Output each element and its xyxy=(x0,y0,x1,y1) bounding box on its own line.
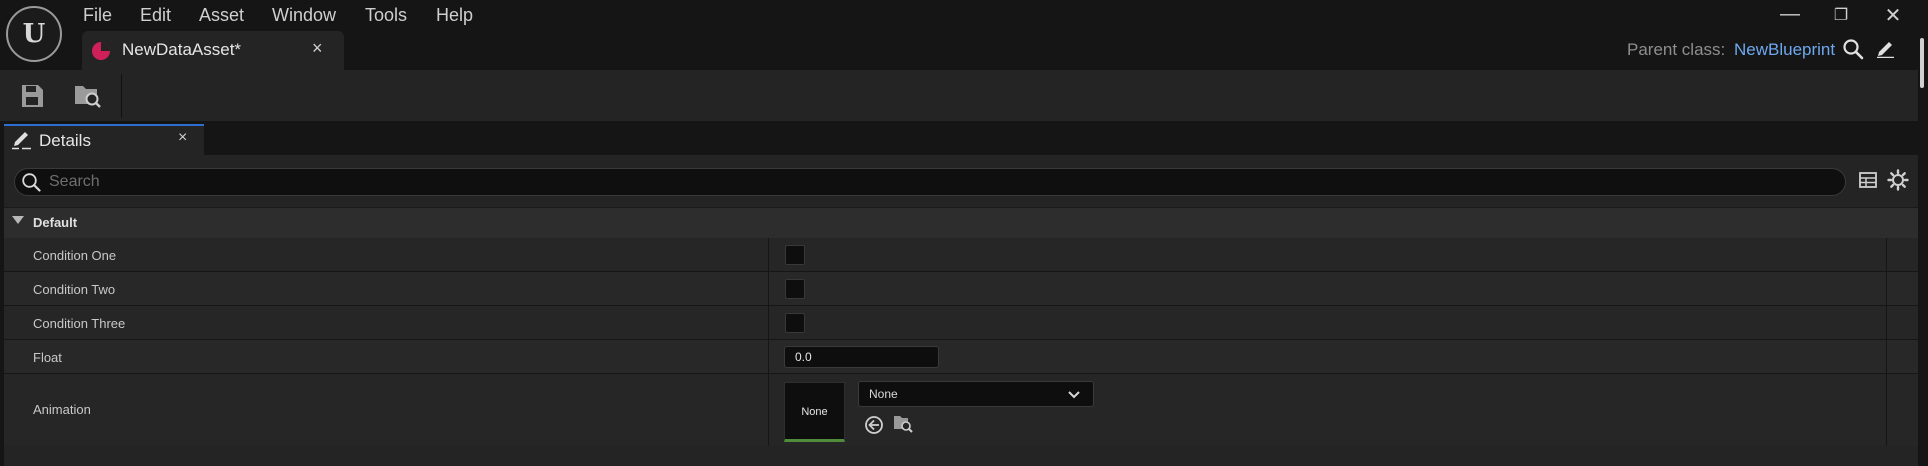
property-row-condition-three: Condition Three xyxy=(4,306,1918,340)
column-splitter[interactable] xyxy=(768,272,769,305)
category-label: Default xyxy=(33,215,78,230)
condition-two-checkbox[interactable] xyxy=(785,279,805,299)
parent-class-label: Parent class: xyxy=(1627,40,1726,59)
row-edge-divider xyxy=(1886,374,1887,446)
browse-to-asset-button[interactable] xyxy=(72,82,104,110)
gear-icon[interactable] xyxy=(1887,169,1909,196)
row-edge-divider xyxy=(1886,272,1887,305)
minimize-button[interactable]: — xyxy=(1775,3,1805,26)
menu-asset[interactable]: Asset xyxy=(199,2,244,28)
animation-asset-dropdown[interactable]: None xyxy=(858,381,1094,407)
close-window-button[interactable]: ✕ xyxy=(1878,3,1908,28)
save-button[interactable] xyxy=(18,82,46,110)
column-splitter[interactable] xyxy=(768,340,769,373)
details-tab-label: Details xyxy=(39,131,91,150)
float-value-input[interactable] xyxy=(784,346,939,368)
property-row-animation: Animation None None xyxy=(4,374,1918,447)
condition-three-checkbox[interactable] xyxy=(785,313,805,333)
menu-window[interactable]: Window xyxy=(272,2,336,28)
column-splitter[interactable] xyxy=(768,238,769,271)
edit-parent-pencil-icon[interactable] xyxy=(1876,38,1896,63)
dropdown-selected-value: None xyxy=(869,387,898,401)
save-icon xyxy=(22,85,43,107)
details-pencil-icon xyxy=(11,130,33,155)
column-splitter[interactable] xyxy=(768,306,769,339)
tab-details[interactable]: Details × xyxy=(4,124,204,155)
logo-letter: U xyxy=(22,19,46,49)
panel-tab-strip xyxy=(0,121,1918,155)
data-asset-icon xyxy=(92,42,110,60)
column-splitter[interactable] xyxy=(768,374,769,446)
asset-thumbnail[interactable]: None xyxy=(784,382,845,442)
document-tab-label: NewDataAsset* xyxy=(122,40,242,59)
browse-to-asset-icon xyxy=(75,86,101,108)
details-panel-footer xyxy=(4,446,1918,466)
condition-one-checkbox[interactable] xyxy=(785,245,805,265)
document-tab[interactable]: NewDataAsset* × xyxy=(82,31,344,70)
search-input[interactable] xyxy=(49,169,1829,195)
menu-tools[interactable]: Tools xyxy=(365,2,407,28)
menu-file[interactable]: File xyxy=(83,2,112,28)
category-default[interactable]: Default xyxy=(4,207,1918,239)
chevron-down-icon xyxy=(1067,388,1081,406)
browse-asset-icon[interactable] xyxy=(892,414,914,439)
menu-help[interactable]: Help xyxy=(436,2,473,28)
row-edge-divider xyxy=(1886,238,1887,271)
restore-button[interactable]: ❐ xyxy=(1826,5,1856,25)
details-tab-close-button[interactable]: × xyxy=(178,129,187,147)
property-row-float: Float xyxy=(4,340,1918,374)
property-name: Condition One xyxy=(33,248,117,263)
use-selected-asset-icon[interactable] xyxy=(864,415,884,440)
expand-arrow-icon[interactable] xyxy=(12,216,24,224)
property-name: Float xyxy=(33,350,62,365)
row-edge-divider xyxy=(1886,306,1887,339)
search-box[interactable] xyxy=(14,168,1846,196)
property-name: Animation xyxy=(33,402,91,417)
search-icon xyxy=(21,172,41,197)
property-name: Condition Three xyxy=(33,316,126,331)
parent-class-link[interactable]: NewBlueprint xyxy=(1734,40,1835,60)
property-row-condition-two: Condition Two xyxy=(4,272,1918,306)
unreal-logo[interactable]: U xyxy=(6,6,62,62)
thumbnail-label: None xyxy=(801,406,828,418)
scrollbar-thumb[interactable] xyxy=(1920,38,1924,88)
property-row-condition-one: Condition One xyxy=(4,238,1918,272)
asset-toolbar xyxy=(0,70,1918,121)
menu-edit[interactable]: Edit xyxy=(140,2,171,28)
property-name: Condition Two xyxy=(33,282,116,297)
find-parent-search-icon[interactable] xyxy=(1842,38,1864,65)
property-matrix-icon[interactable] xyxy=(1858,170,1878,195)
toolbar-separator xyxy=(121,74,122,118)
document-tab-close-button[interactable]: × xyxy=(312,38,323,59)
row-edge-divider xyxy=(1886,340,1887,373)
